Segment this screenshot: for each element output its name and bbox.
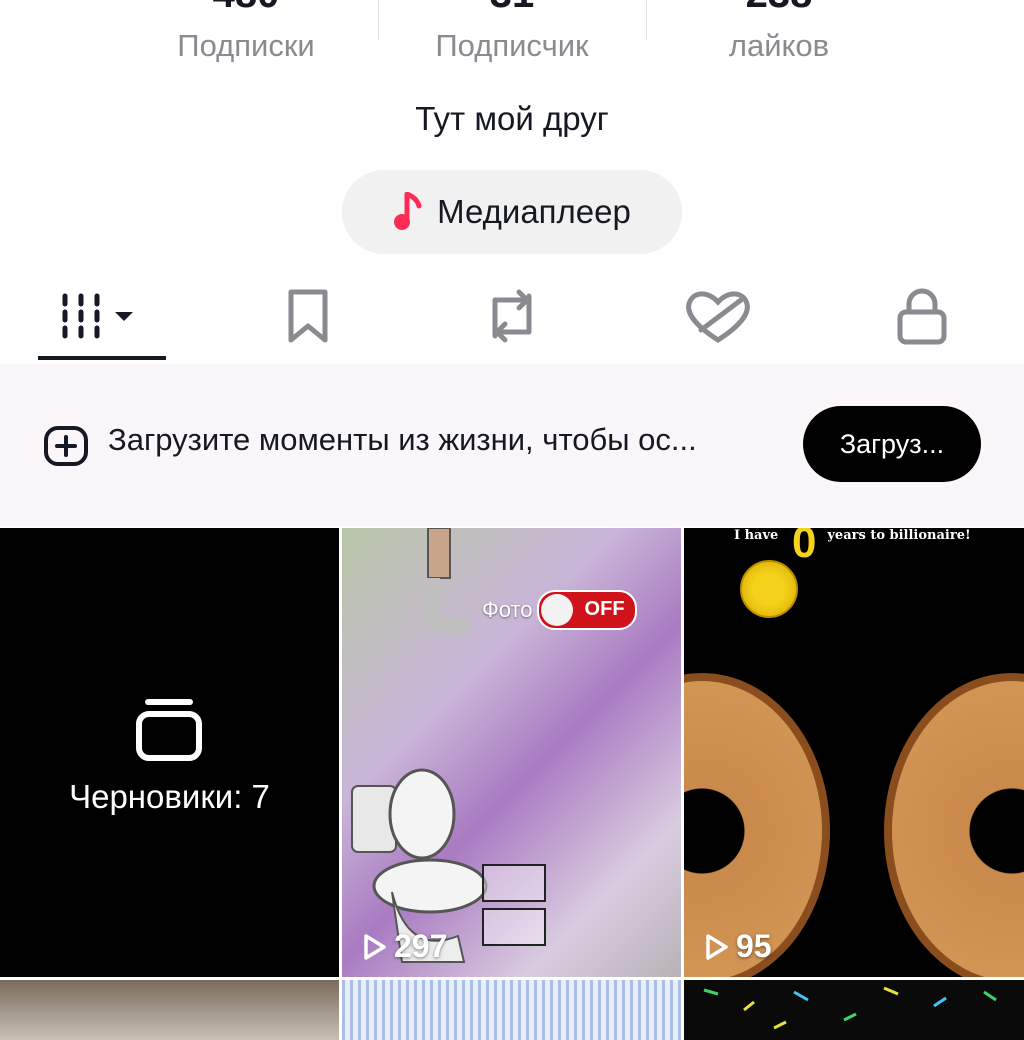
wooden-ring-graphic bbox=[884, 673, 1024, 977]
upload-button[interactable]: Загруз... bbox=[803, 406, 981, 482]
view-count: 297 bbox=[362, 928, 447, 965]
likes-label: лайков bbox=[728, 28, 830, 63]
music-note-icon bbox=[394, 192, 422, 230]
active-tab-indicator bbox=[38, 356, 166, 360]
profile-bio: Тут мой друг bbox=[415, 100, 609, 137]
view-count-value: 95 bbox=[736, 928, 772, 964]
pipe-graphic bbox=[424, 528, 470, 634]
tab-reposts[interactable] bbox=[442, 268, 582, 364]
bookmark-icon bbox=[288, 289, 328, 343]
followers-count: 31 bbox=[362, 0, 662, 17]
media-player-chip[interactable]: Медиаплеер bbox=[342, 170, 682, 254]
media-player-label: Медиаплеер bbox=[437, 193, 631, 230]
video-thumbnail[interactable] bbox=[0, 980, 339, 1040]
video-thumbnail[interactable] bbox=[342, 980, 681, 1040]
play-icon bbox=[706, 933, 728, 960]
toggle-switch: OFF bbox=[536, 590, 637, 630]
play-icon bbox=[364, 933, 386, 960]
video-thumbnail[interactable]: I have years to billionaire! 0 95 bbox=[684, 528, 1024, 977]
video-thumbnail[interactable] bbox=[684, 980, 1024, 1040]
likes-count: 238 bbox=[629, 0, 929, 17]
tab-liked[interactable] bbox=[648, 268, 788, 364]
view-count-value: 297 bbox=[394, 928, 448, 964]
confetti-graphic bbox=[703, 986, 997, 1030]
tab-favorites[interactable] bbox=[238, 268, 378, 364]
game-overlay-text: I have years to billionaire! bbox=[734, 528, 971, 543]
add-square-icon bbox=[44, 426, 88, 466]
photo-toggle-label: Фото bbox=[482, 597, 533, 622]
photo-toggle: Фото OFF bbox=[482, 590, 637, 630]
grid-icon bbox=[62, 293, 133, 339]
following-label: Подписки bbox=[177, 28, 315, 63]
followers-label: Подписчик bbox=[435, 28, 589, 63]
drafts-folder-icon bbox=[136, 699, 202, 761]
tab-videos[interactable] bbox=[32, 268, 172, 364]
lock-icon bbox=[897, 288, 947, 345]
toggle-state: OFF bbox=[584, 598, 625, 620]
view-count: 95 bbox=[704, 928, 772, 965]
chevron-down-icon bbox=[115, 312, 133, 321]
game-counter: 0 bbox=[792, 528, 817, 567]
upload-banner-text: Загрузите моменты из жизни, чтобы ос... bbox=[108, 422, 697, 457]
profile-stats: 480 Подписки 31 Подписчик 238 лайков bbox=[0, 0, 1024, 90]
repost-icon bbox=[492, 289, 532, 343]
hidden-heart-icon bbox=[686, 291, 750, 343]
tab-private[interactable] bbox=[852, 268, 992, 364]
upload-banner: Загрузите моменты из жизни, чтобы ос... … bbox=[0, 364, 1024, 526]
overlay-button bbox=[482, 908, 546, 946]
profile-tabs bbox=[0, 268, 1024, 365]
coin-graphic bbox=[740, 560, 798, 618]
following-count: 480 bbox=[96, 0, 396, 17]
drafts-label: Черновики: 7 bbox=[69, 778, 270, 815]
overlay-button bbox=[482, 864, 546, 902]
drafts-tile[interactable]: Черновики: 7 bbox=[0, 528, 339, 977]
video-thumbnail[interactable]: Фото OFF 297 bbox=[342, 528, 681, 977]
